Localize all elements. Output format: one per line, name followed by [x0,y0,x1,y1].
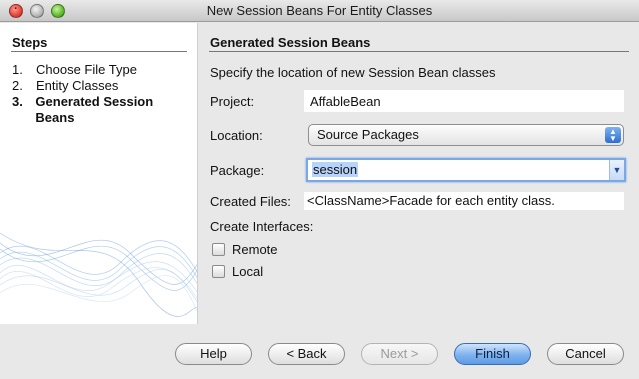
step-item-current: 3. Generated Session Beans [12,94,192,126]
window-title: New Session Beans For Entity Classes [206,3,433,18]
project-value: AffableBean [310,94,381,109]
package-value: session [312,162,359,177]
section-description: Specify the location of new Session Bean… [210,65,496,80]
remote-label: Remote [232,242,278,257]
remote-checkbox[interactable] [212,243,225,256]
created-files-field: <ClassName>Facade for each entity class. [304,192,624,210]
title-bar: · New Session Beans For Entity Classes [0,0,639,22]
help-button[interactable]: Help [175,343,252,365]
step-number: 2. [12,78,23,93]
wizard-window: · New Session Beans For Entity Classes S… [0,0,639,379]
project-field: AffableBean [304,90,624,112]
section-divider [209,51,629,52]
step-label: Choose File Type [36,62,137,77]
created-files-value: <ClassName>Facade for each entity class. [307,193,555,208]
back-button[interactable]: < Back [268,343,345,365]
decorative-waves-image [0,232,197,317]
package-label: Package: [210,163,265,178]
local-checkbox-row[interactable]: Local [212,264,263,279]
step-number: 3. [12,94,23,109]
finish-button[interactable]: Finish [454,343,531,365]
step-number: 1. [12,62,23,77]
location-select[interactable]: Source Packages ▲ ▼ [308,124,624,146]
steps-divider [11,51,187,52]
next-button[interactable]: Next > [361,343,438,365]
created-files-label: Created Files: [210,194,291,209]
location-value: Source Packages [317,127,419,142]
create-interfaces-label: Create Interfaces: [210,219,314,234]
steps-panel: Steps 1. Choose File Type 2. Entity Clas… [0,23,198,324]
settings-panel: Generated Session Beans Specify the loca… [198,23,639,324]
chevron-down-icon[interactable]: ▼ [609,160,624,180]
local-checkbox[interactable] [212,265,225,278]
project-label: Project: [210,94,255,109]
steps-list: 1. Choose File Type 2. Entity Classes 3.… [12,62,192,126]
step-item: 2. Entity Classes [12,78,192,94]
location-label: Location: [210,128,263,143]
package-combobox[interactable]: session ▼ [306,158,626,182]
updown-arrows-icon: ▲ ▼ [605,127,621,143]
steps-heading: Steps [12,35,48,50]
step-label: Generated Session Beans [35,94,154,125]
step-item: 1. Choose File Type [12,62,192,78]
step-label: Entity Classes [36,78,119,93]
section-heading: Generated Session Beans [210,35,371,50]
local-label: Local [232,264,264,279]
remote-checkbox-row[interactable]: Remote [212,242,278,257]
cancel-button[interactable]: Cancel [547,343,624,365]
